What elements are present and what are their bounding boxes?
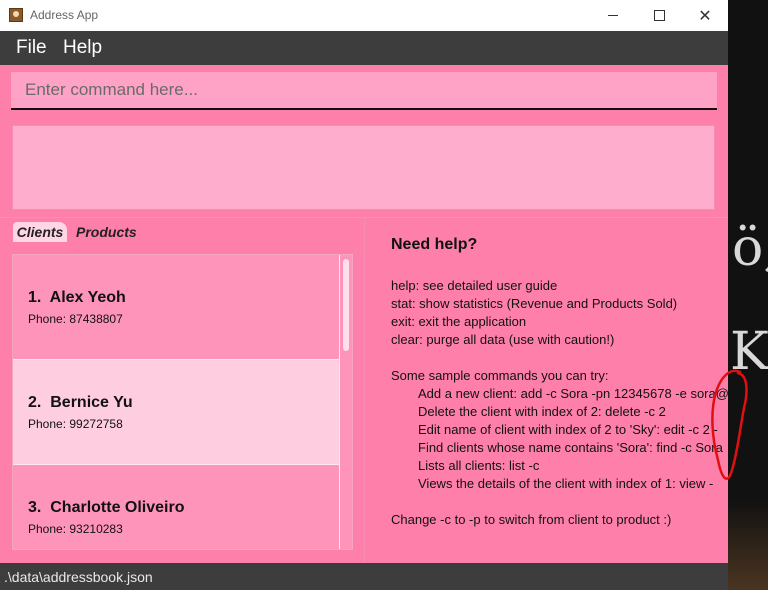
menu-bar: File Help	[0, 31, 728, 65]
client-name: 3. Charlotte Oliveiro	[28, 499, 185, 516]
sample-command: Views the details of the client with ind…	[418, 476, 714, 491]
minimize-button[interactable]	[590, 0, 636, 31]
help-title: Need help?	[391, 236, 478, 253]
help-line: clear: purge all data (use with caution!…	[391, 332, 615, 347]
title-bar[interactable]: Address App ✕	[0, 0, 728, 31]
window-title: Address App	[30, 8, 99, 22]
minimize-icon	[608, 15, 618, 16]
command-area	[0, 65, 728, 117]
desktop-wallpaper-glyph: K/(	[730, 322, 768, 382]
close-icon: ✕	[698, 7, 712, 25]
command-input[interactable]	[11, 72, 717, 110]
tab-products[interactable]: Products	[76, 222, 137, 242]
list-scrollbar[interactable]	[340, 255, 352, 549]
help-line: help: see detailed user guide	[391, 278, 558, 293]
help-line: exit: exit the application	[391, 314, 527, 329]
status-file-path: .\data\addressbook.json	[4, 569, 153, 585]
sample-command: Add a new client: add -c Sora -pn 123456…	[418, 386, 728, 401]
sample-command: Lists all clients: list -c	[418, 458, 540, 473]
sample-command: Edit name of client with index of 2 to '…	[418, 422, 718, 437]
client-phone: Phone: 99272758	[28, 417, 123, 431]
tab-clients[interactable]: Clients	[13, 222, 67, 242]
samples-heading: Some sample commands you can try:	[391, 368, 609, 383]
result-display	[12, 125, 715, 210]
client-card-selected[interactable]: 2. Bernice Yu Phone: 99272758	[13, 360, 339, 464]
sample-command: Delete the client with index of 2: delet…	[418, 404, 666, 419]
maximize-button[interactable]	[636, 0, 682, 31]
client-phone: Phone: 87438807	[28, 312, 123, 326]
client-list[interactable]: 1. Alex Yeoh Phone: 87438807 2. Bernice …	[12, 254, 353, 550]
close-button[interactable]: ✕	[682, 0, 728, 31]
scrollbar-thumb[interactable]	[343, 259, 349, 351]
desktop-wallpaper-glow	[728, 500, 768, 590]
sample-command: Find clients whose name contains 'Sora':…	[418, 440, 723, 455]
desktop-wallpaper-glyph: ö,	[732, 218, 768, 278]
app-icon	[9, 8, 23, 22]
client-card[interactable]: 3. Charlotte Oliveiro Phone: 93210283	[13, 465, 339, 549]
status-bar: .\data\addressbook.json	[0, 563, 728, 590]
desktop-background: ö, K/(	[728, 0, 768, 590]
client-card[interactable]: 1. Alex Yeoh Phone: 87438807	[13, 255, 339, 359]
client-phone: Phone: 93210283	[28, 522, 123, 536]
menu-help[interactable]: Help	[63, 37, 102, 59]
menu-file[interactable]: File	[16, 37, 47, 59]
client-name: 1. Alex Yeoh	[28, 289, 126, 306]
maximize-icon	[653, 10, 665, 21]
help-footer: Change -c to -p to switch from client to…	[391, 512, 672, 527]
help-line: stat: show statistics (Revenue and Produ…	[391, 296, 678, 311]
client-name: 2. Bernice Yu	[28, 394, 133, 411]
app-window: Address App ✕ File Help Clients Products…	[0, 0, 728, 590]
help-panel: Need help? help: see detailed user guide…	[365, 218, 728, 563]
client-list-panel: Clients Products 1. Alex Yeoh Phone: 874…	[0, 218, 364, 563]
